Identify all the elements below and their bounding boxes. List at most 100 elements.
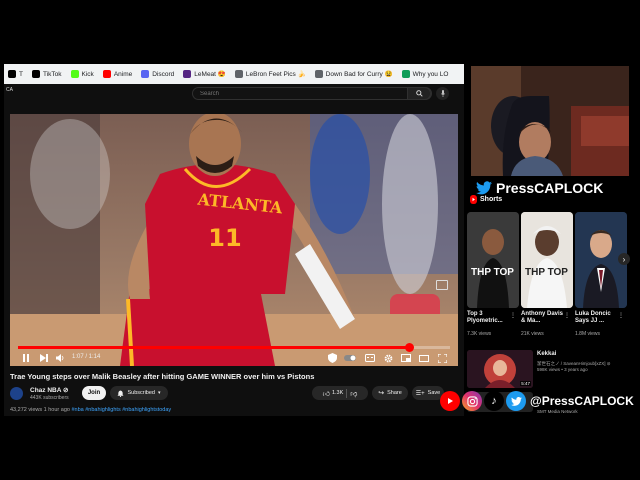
bookmark-item[interactable]: TikTok <box>31 70 62 78</box>
sheets-icon <box>401 70 410 78</box>
search-icon <box>415 90 423 97</box>
short-menu-icon[interactable]: ⋮ <box>510 312 516 319</box>
video-duration: 5:47 <box>520 381 531 386</box>
dislike-button[interactable]: 👎︎ <box>350 389 357 398</box>
short-thumbnail <box>467 212 519 308</box>
divider <box>346 388 348 398</box>
subscribed-button[interactable]: Subscribed ▾ <box>110 386 168 400</box>
instagram-icon <box>462 391 482 411</box>
lebron-icon <box>183 70 192 78</box>
bookmark-label: T <box>19 70 23 78</box>
miniplayer-icon[interactable] <box>436 280 448 290</box>
brand-text: PressCAPLOCK <box>496 180 604 196</box>
save-icon: ☰+ <box>415 390 425 397</box>
recommendation-thumbnail[interactable]: 5:47 <box>467 350 533 388</box>
bookmark-label: Anime <box>113 70 133 78</box>
bookmark-label: TikTok <box>42 70 62 78</box>
short-card[interactable]: THP TOP <box>467 212 519 308</box>
short-card[interactable]: THP TOP <box>521 212 573 308</box>
youtube-header: CA <box>4 84 464 102</box>
fullscreen-icon <box>437 353 447 363</box>
screen: T TikTok Kick Anime Discord LeMeat 😍 LeBron Fe… <box>0 0 640 480</box>
youtube-icon <box>102 70 111 78</box>
video-description[interactable]: 43,272 views 1 hour ago #nba #nbahighlig… <box>10 407 171 413</box>
bookmark-item[interactable]: Down Bad for Curry 😫 <box>314 70 393 78</box>
fullscreen-button[interactable] <box>436 352 448 364</box>
short-title[interactable]: Luka Doncic Says JJ ... <box>575 311 619 325</box>
time-display: 1:07 / 1:14 <box>72 354 101 360</box>
share-button[interactable]: ↪ Share <box>372 386 408 400</box>
like-button[interactable]: 👍︎ 1.3K <box>323 389 344 398</box>
recommendation-views: 598K views • 3 years ago <box>537 367 588 372</box>
short-menu-icon[interactable]: ⋮ <box>564 312 570 319</box>
bookmark-label: LeMeat 😍 <box>194 71 226 78</box>
short-title[interactable]: Top 3 Plyometric... <box>467 311 511 325</box>
search-input[interactable] <box>193 90 393 97</box>
search-button[interactable] <box>407 87 431 100</box>
voice-search-button[interactable] <box>436 87 449 100</box>
player-controls: 1:07 / 1:14 <box>10 350 458 366</box>
tiktok-glyph: ♪ <box>491 395 497 407</box>
channel-row: Chaz NBA ⊘ 443K subscribers Join Subscri… <box>10 384 460 402</box>
bookmark-label: Kick <box>81 70 94 78</box>
x-icon <box>8 70 16 78</box>
join-button[interactable]: Join <box>82 386 106 400</box>
sponsorblock-button[interactable] <box>324 352 340 364</box>
bookmark-item[interactable]: Anime <box>102 70 133 78</box>
shorts-next-button[interactable]: › <box>618 253 630 265</box>
progress-bar[interactable] <box>18 343 450 352</box>
bookmark-item[interactable]: LeMeat 😍 <box>183 70 226 78</box>
autoplay-toggle[interactable] <box>344 352 356 364</box>
thumbs-down-icon: 👎︎ <box>350 390 358 398</box>
theater-icon <box>419 354 429 362</box>
short-thumb-text: THP TOP <box>471 267 514 278</box>
miniplayer-icon <box>401 354 411 362</box>
captions-button[interactable] <box>364 352 376 364</box>
settings-button[interactable] <box>382 352 394 364</box>
bookmark-item[interactable]: T <box>8 70 23 78</box>
short-menu-icon[interactable]: ⋮ <box>618 312 624 319</box>
like-count: 1.3K <box>331 390 344 396</box>
short-title[interactable]: Anthony Davis & Ma... <box>521 311 565 325</box>
search-box[interactable] <box>192 87 432 100</box>
skip-next-icon <box>40 354 48 362</box>
video-player[interactable]: ATLANTA 11 1:07 / 1:14 <box>10 114 458 366</box>
theater-mode-button[interactable] <box>418 352 430 364</box>
youtube-icon <box>440 391 460 411</box>
bookmark-item[interactable]: Kick <box>70 70 94 78</box>
discord-icon <box>141 70 150 78</box>
bell-icon <box>117 389 125 397</box>
captions-icon <box>365 354 375 362</box>
channel-avatar[interactable] <box>10 387 23 400</box>
volume-button[interactable] <box>54 352 66 364</box>
short-views: 21K views <box>521 331 544 337</box>
socials-overlay: ♪ @PressCAPLOCK <box>440 388 636 414</box>
next-button[interactable] <box>38 352 50 364</box>
progress-fill <box>18 346 409 349</box>
chevron-right-icon: › <box>622 254 626 264</box>
short-views: 1.8M views <box>575 331 601 337</box>
bookmark-label: LeBron Feet Pics 🍌 <box>245 71 306 78</box>
subscribed-label: Subscribed <box>127 390 155 396</box>
channel-name[interactable]: Chaz NBA ⊘ <box>30 386 68 394</box>
youtube-logo[interactable]: CA <box>6 87 13 93</box>
save-label: Save <box>427 390 441 396</box>
bookmark-item[interactable]: Why you LO <box>401 70 449 78</box>
play-icon <box>448 398 453 404</box>
camera-icon <box>466 395 478 407</box>
video-title: Trae Young steps over Malik Beasley afte… <box>10 372 315 381</box>
bookmark-label: Why you LO <box>412 70 449 78</box>
recommendation-title[interactable]: Kekkai <box>537 351 556 357</box>
webcam-image <box>471 66 629 176</box>
miniplayer-button[interactable] <box>400 352 412 364</box>
short-views: 7.3K views <box>467 331 492 337</box>
bookmark-item[interactable]: Discord <box>141 70 174 78</box>
bookmark-item[interactable]: LeBron Feet Pics 🍌 <box>234 70 306 78</box>
shorts-heading-label: Shorts <box>480 196 503 203</box>
pause-button[interactable] <box>20 352 32 364</box>
youtube-page: CA Search ATLANTA 11 1:07 / 1:14 Trae Yo… <box>4 84 464 416</box>
tiktok-icon <box>31 70 40 78</box>
share-icon: ↪ <box>378 390 385 397</box>
jersey-number: 11 <box>208 224 242 252</box>
hashtags[interactable]: #nba #nbahighlights #nbahighlightstoday <box>71 407 171 413</box>
